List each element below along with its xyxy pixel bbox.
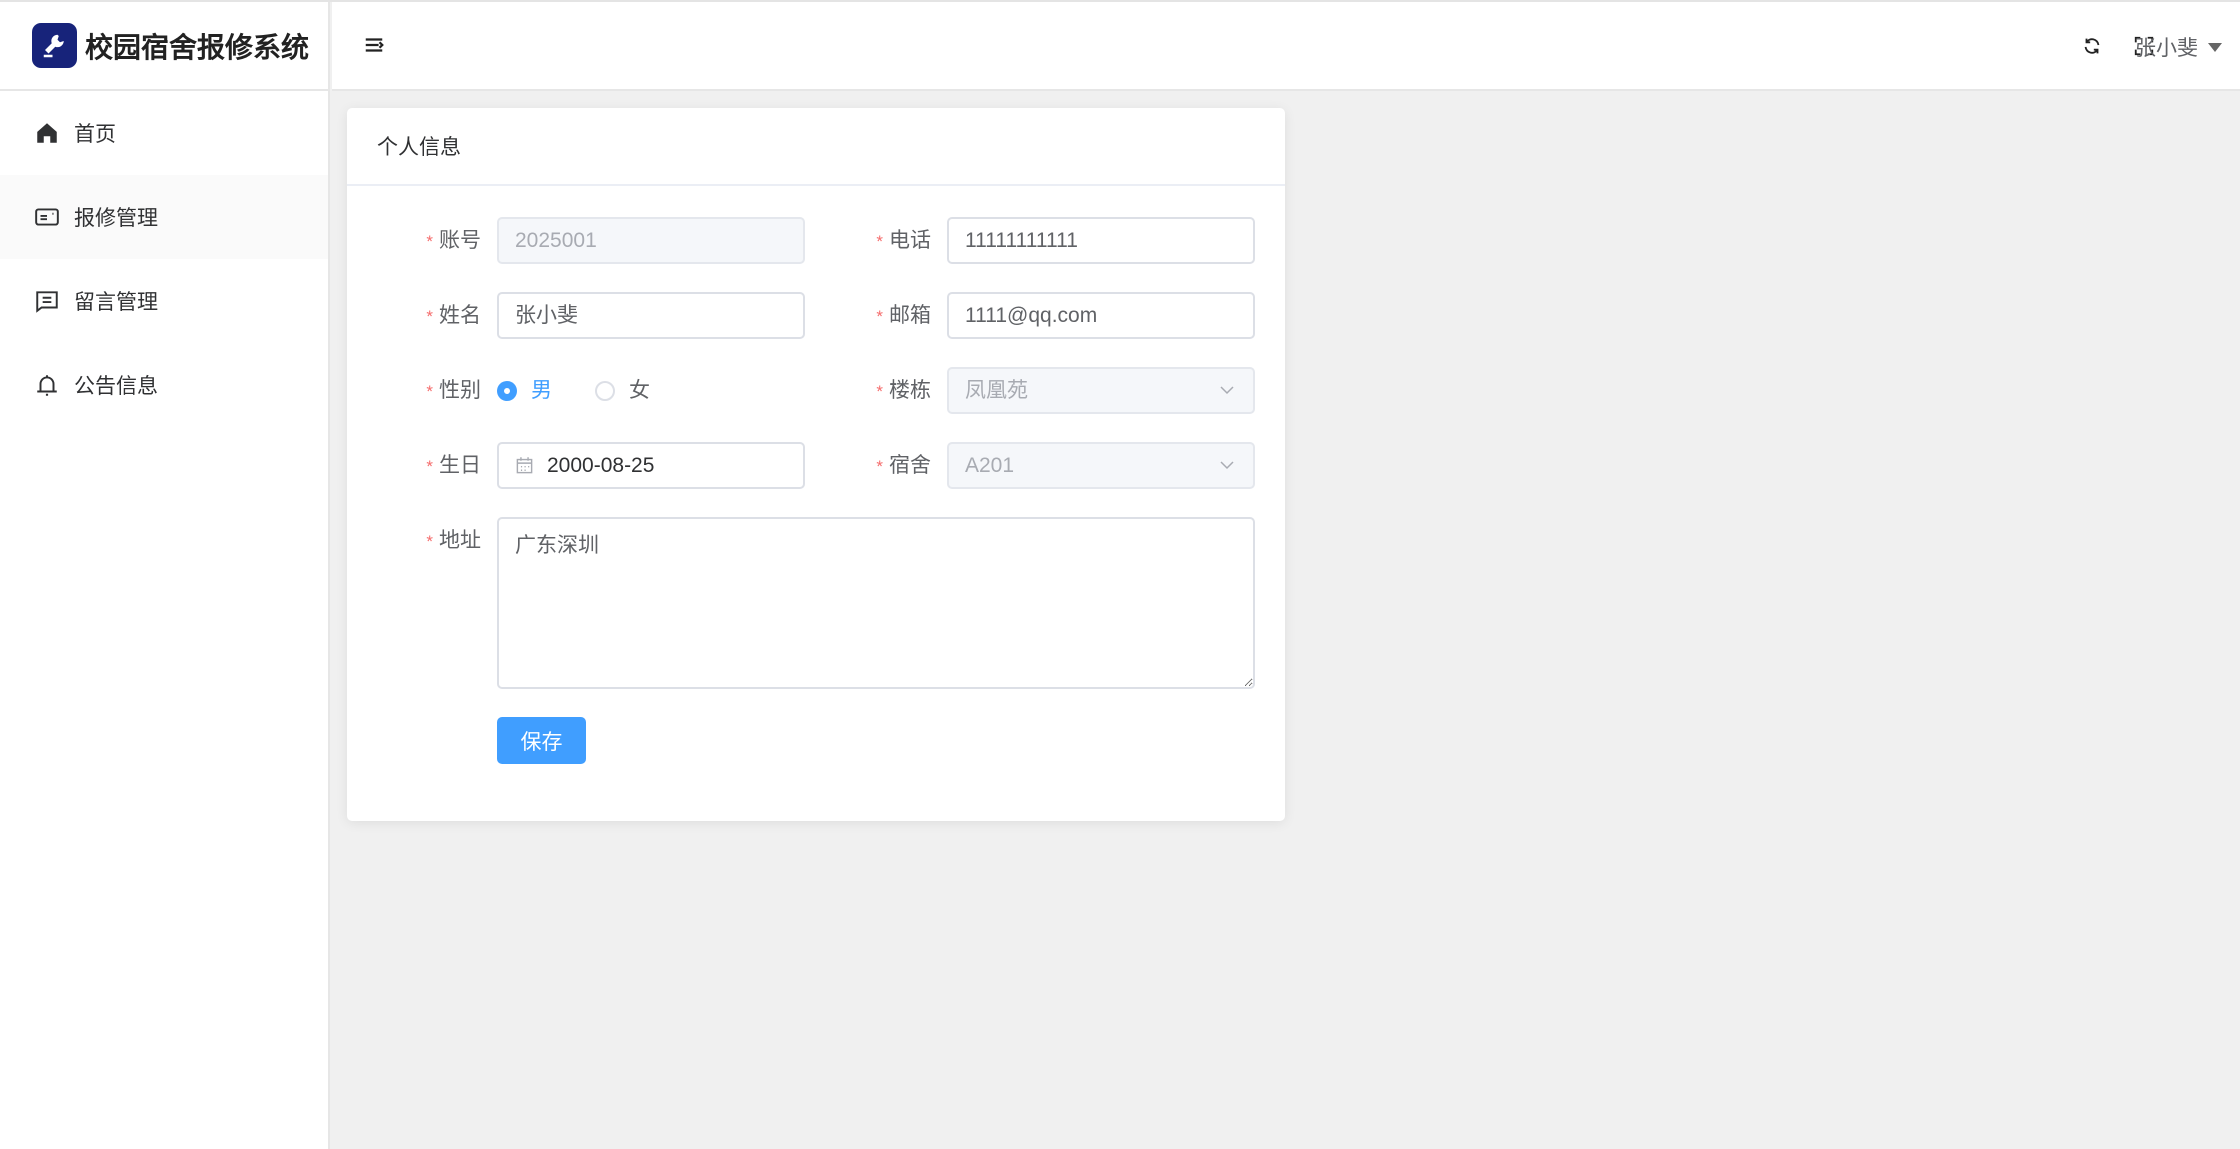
gender-label: * 性别 <box>426 379 481 402</box>
phone-label: * 电话 <box>876 229 931 252</box>
gender-radio-male[interactable]: 男 <box>497 367 552 414</box>
message-icon <box>36 291 58 313</box>
sidebar-item-home[interactable]: 首页 <box>0 91 328 175</box>
birthday-label: * 生日 <box>426 454 481 477</box>
building-label: * 楼栋 <box>876 379 931 402</box>
sidebar-item-messages[interactable]: 留言管理 <box>0 259 328 343</box>
address-textarea[interactable]: 广东深圳 <box>497 517 1255 689</box>
user-menu[interactable]: 张小斐 <box>2135 32 2222 62</box>
card-title: 个人信息 <box>347 108 1285 186</box>
save-button[interactable]: 保存 <box>497 717 586 764</box>
collapse-menu-icon[interactable] <box>363 34 385 56</box>
address-label: * 地址 <box>426 529 481 552</box>
wrench-logo-icon <box>32 23 77 68</box>
account-input[interactable]: 2025001 <box>497 217 805 264</box>
gender-radio-female[interactable]: 女 <box>595 367 650 414</box>
sidebar-item-repair[interactable]: 报修管理 <box>0 175 328 259</box>
phone-input[interactable]: 11111111111 <box>947 217 1255 264</box>
sidebar-item-label: 公告信息 <box>74 375 158 398</box>
email-input[interactable]: 1111@qq.com <box>947 292 1255 339</box>
sidebar-item-label: 报修管理 <box>74 207 158 230</box>
radio-checked-icon <box>497 380 517 401</box>
sidebar-item-label: 首页 <box>74 123 116 146</box>
app-title: 校园宿舍报修系统 <box>85 31 310 63</box>
caret-down-icon <box>2208 42 2222 52</box>
email-label: * 邮箱 <box>876 304 931 327</box>
app-logo: 校园宿舍报修系统 <box>0 2 328 91</box>
top-header: 张小斐 <box>332 2 2240 91</box>
name-input[interactable]: 张小斐 <box>497 292 805 339</box>
sidebar-item-notices[interactable]: 公告信息 <box>0 343 328 427</box>
user-name: 张小斐 <box>2135 37 2198 60</box>
dorm-select[interactable]: A201 <box>947 442 1255 489</box>
profile-card: 个人信息 * 账号 2025001 * 电话 11111111111 * 姓名 张小斐… <box>347 108 1285 821</box>
birthday-picker[interactable]: 2000-08-25 <box>497 442 805 489</box>
calendar-icon <box>516 457 533 474</box>
name-label: * 姓名 <box>426 304 481 327</box>
building-select[interactable]: 凤凰苑 <box>947 367 1255 414</box>
sidebar-item-label: 留言管理 <box>74 291 158 314</box>
chevron-down-icon <box>1220 386 1234 395</box>
chevron-down-icon <box>1220 461 1234 470</box>
refresh-icon[interactable] <box>2081 35 2103 57</box>
bell-icon <box>37 375 57 396</box>
account-label: * 账号 <box>426 229 481 252</box>
dorm-label: * 宿舍 <box>876 454 931 477</box>
repair-card-icon <box>35 208 59 226</box>
home-icon <box>37 123 57 143</box>
sidebar: 校园宿舍报修系统 首页 报修管理 留言管理 公告信息 <box>0 2 330 1149</box>
radio-unchecked-icon <box>595 380 615 401</box>
